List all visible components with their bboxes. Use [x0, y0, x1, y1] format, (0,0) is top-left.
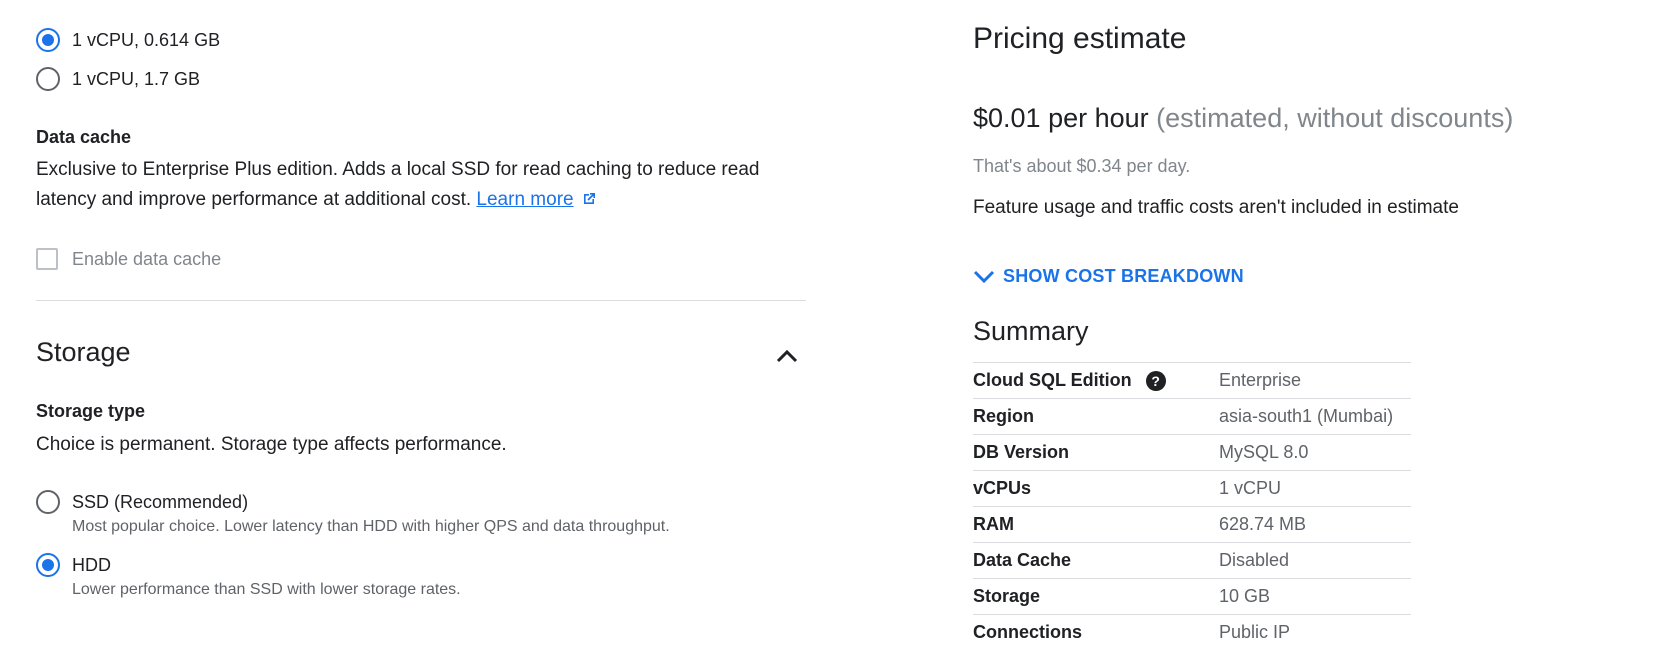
chevron-down-icon	[973, 270, 995, 284]
collapse-storage-button[interactable]	[769, 338, 805, 374]
summary-key: Region	[973, 399, 1219, 435]
pricing-estimate-title: Pricing estimate	[973, 22, 1186, 56]
summary-value: 628.74 MB	[1219, 507, 1411, 543]
price-note: (estimated, without discounts)	[1156, 103, 1513, 133]
show-cost-breakdown-button[interactable]: SHOW COST BREAKDOWN	[973, 266, 1244, 287]
storage-type-heading: Storage type	[36, 401, 145, 422]
storage-option-help: Most popular choice. Lower latency than …	[72, 518, 670, 536]
summary-value: MySQL 8.0	[1219, 435, 1411, 471]
summary-value: asia-south1 (Mumbai)	[1219, 399, 1411, 435]
machine-option-1[interactable]: 1 vCPU, 0.614 GB	[36, 26, 220, 54]
data-cache-description: Exclusive to Enterprise Plus edition. Ad…	[36, 155, 806, 215]
help-icon[interactable]: ?	[1146, 371, 1166, 391]
storage-section-title: Storage	[36, 337, 131, 368]
radio-selected-icon[interactable]	[36, 553, 60, 577]
storage-option-help: Lower performance than SSD with lower st…	[72, 581, 461, 599]
storage-type-description: Choice is permanent. Storage type affect…	[36, 430, 507, 460]
storage-option-hdd[interactable]: HDD	[36, 551, 111, 579]
price-per-day: That's about $0.34 per day.	[973, 156, 1190, 177]
price-line: $0.01 per hour (estimated, without disco…	[973, 103, 1513, 134]
chevron-up-icon	[776, 349, 798, 363]
show-cost-breakdown-label: SHOW COST BREAKDOWN	[1003, 266, 1244, 287]
data-cache-text: Exclusive to Enterprise Plus edition. Ad…	[36, 159, 759, 210]
table-row: Cloud SQL Edition? Enterprise	[973, 363, 1411, 399]
summary-title: Summary	[973, 316, 1089, 347]
data-cache-heading: Data cache	[36, 127, 131, 148]
summary-key: Connections	[973, 615, 1219, 650]
summary-key: Data Cache	[973, 543, 1219, 579]
summary-key: RAM	[973, 507, 1219, 543]
external-link-icon[interactable]	[581, 191, 597, 207]
table-row: DB Version MySQL 8.0	[973, 435, 1411, 471]
table-row: vCPUs 1 vCPU	[973, 471, 1411, 507]
storage-option-label: HDD	[72, 555, 111, 576]
summary-value: Disabled	[1219, 543, 1411, 579]
summary-value: 10 GB	[1219, 579, 1411, 615]
table-row: Connections Public IP	[973, 615, 1411, 650]
table-row: Storage 10 GB	[973, 579, 1411, 615]
summary-value: Public IP	[1219, 615, 1411, 650]
table-row: Region asia-south1 (Mumbai)	[973, 399, 1411, 435]
radio-unselected-icon[interactable]	[36, 490, 60, 514]
summary-key: vCPUs	[973, 471, 1219, 507]
summary-key: DB Version	[973, 435, 1219, 471]
summary-key-text: Cloud SQL Edition	[973, 370, 1132, 390]
section-divider	[36, 300, 806, 301]
storage-option-label: SSD (Recommended)	[72, 492, 248, 513]
checkbox-disabled-icon[interactable]	[36, 248, 58, 270]
machine-option-label: 1 vCPU, 1.7 GB	[72, 69, 200, 90]
summary-value: 1 vCPU	[1219, 471, 1411, 507]
table-row: RAM 628.74 MB	[973, 507, 1411, 543]
summary-table: Cloud SQL Edition? Enterprise Region asi…	[973, 362, 1411, 650]
summary-key: Cloud SQL Edition?	[973, 363, 1219, 399]
storage-option-ssd[interactable]: SSD (Recommended)	[36, 488, 248, 516]
enable-data-cache-label: Enable data cache	[72, 249, 221, 270]
table-row: Data Cache Disabled	[973, 543, 1411, 579]
machine-option-2[interactable]: 1 vCPU, 1.7 GB	[36, 65, 200, 93]
machine-option-label: 1 vCPU, 0.614 GB	[72, 30, 220, 51]
learn-more-link[interactable]: Learn more	[476, 189, 573, 210]
radio-selected-icon[interactable]	[36, 28, 60, 52]
radio-unselected-icon[interactable]	[36, 67, 60, 91]
price-value: $0.01 per hour	[973, 103, 1149, 133]
summary-value: Enterprise	[1219, 363, 1411, 399]
enable-data-cache-checkbox-row[interactable]: Enable data cache	[36, 248, 221, 270]
feature-usage-note: Feature usage and traffic costs aren't i…	[973, 197, 1459, 219]
summary-key: Storage	[973, 579, 1219, 615]
